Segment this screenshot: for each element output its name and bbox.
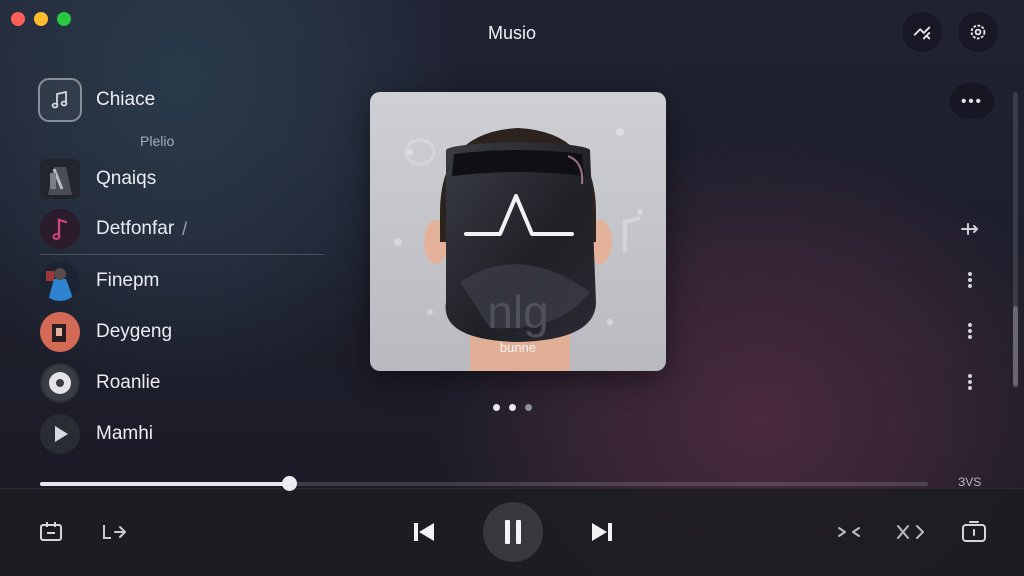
more-dots-icon: ••• [961,92,983,110]
track-title: Deygeng [96,321,173,342]
previous-track-button[interactable] [409,517,439,547]
album-artwork[interactable]: nlg bunne [370,92,666,371]
track-title: Qnaiqs [96,168,157,189]
track-thumbnail [40,414,80,454]
vertical-dots-icon [968,323,972,339]
track-thumbnail [40,209,80,249]
album-art-icon [40,261,80,301]
track-options-button[interactable] [958,319,982,343]
playlist-add-button[interactable] [902,12,942,52]
page-dot[interactable] [509,404,516,411]
track-item[interactable]: Finepm [40,260,159,302]
track-title: Detfonfar [96,218,175,239]
pink-note-icon [40,209,80,249]
skip-forward-icon [592,523,612,541]
shuffle-icon [838,527,860,537]
lyrics-icon [103,525,126,539]
music-note-icon [51,91,68,109]
track-options-button[interactable] [958,370,982,394]
track-item[interactable]: Detfonfar / [40,208,187,250]
track-thumbnail [40,363,80,403]
gear-icon [970,24,986,40]
repeat-button[interactable] [894,520,926,544]
track-item[interactable]: Mamhi [40,413,153,455]
skip-back-icon [414,523,434,541]
track-title: Roanlie [96,372,161,393]
queue-icon [962,521,986,542]
progress-fill [40,482,289,486]
play-pause-button[interactable] [483,502,543,562]
vertical-dots-icon [968,272,972,288]
track-thumbnail [40,312,80,352]
progress-slider[interactable] [40,476,928,491]
track-title: Finepm [96,270,160,291]
track-item[interactable]: Qnaiqs [40,158,156,200]
library-title: Chiace [96,89,156,110]
queue-button[interactable] [960,518,988,546]
mini-player-icon [40,522,62,541]
more-options-button[interactable]: ••• [950,83,994,119]
track-options-button[interactable] [958,268,982,292]
add-to-queue-button[interactable] [958,217,982,241]
track-thumbnail [40,159,80,199]
shuffle-button[interactable] [836,520,862,544]
plus-arrow-icon [961,223,979,235]
player-window: Musio Chiace Plelio Qnaiqs Detfonfar / F… [0,0,1024,576]
album-art-icon [40,159,80,199]
lyrics-button[interactable] [100,520,128,544]
track-title: Mamhi [96,423,154,444]
library-tile [38,78,82,122]
scrollbar-thumb[interactable] [1013,306,1018,386]
next-track-button[interactable] [587,517,617,547]
progress-knob[interactable] [281,476,297,491]
settings-button[interactable] [958,12,998,52]
page-dot[interactable] [525,404,532,411]
pause-icon [505,520,521,544]
page-dot[interactable] [493,404,500,411]
track-item[interactable]: Deygeng [40,311,172,353]
library-header[interactable]: Chiace [38,78,155,122]
mini-player-button[interactable] [38,519,64,545]
crossfade-icon [897,525,924,539]
window-title: Musio [487,23,536,43]
track-thumbnail [40,261,80,301]
art-logo-text: nlg [487,286,548,338]
vertical-dots-icon [968,374,972,390]
album-art-image: nlg [370,92,666,371]
album-art-icon [40,312,80,352]
artwork-page-indicator [493,404,532,411]
album-art-caption: bunne [499,340,537,355]
track-extra: / [182,218,188,239]
play-icon [40,414,80,454]
library-subtitle: Plelio [140,133,175,149]
vinyl-disc-icon [42,365,78,401]
track-item[interactable]: Roanlie [40,362,160,404]
playlist-add-icon [913,26,931,40]
divider [40,254,324,255]
time-label: ЗVS [958,475,982,489]
